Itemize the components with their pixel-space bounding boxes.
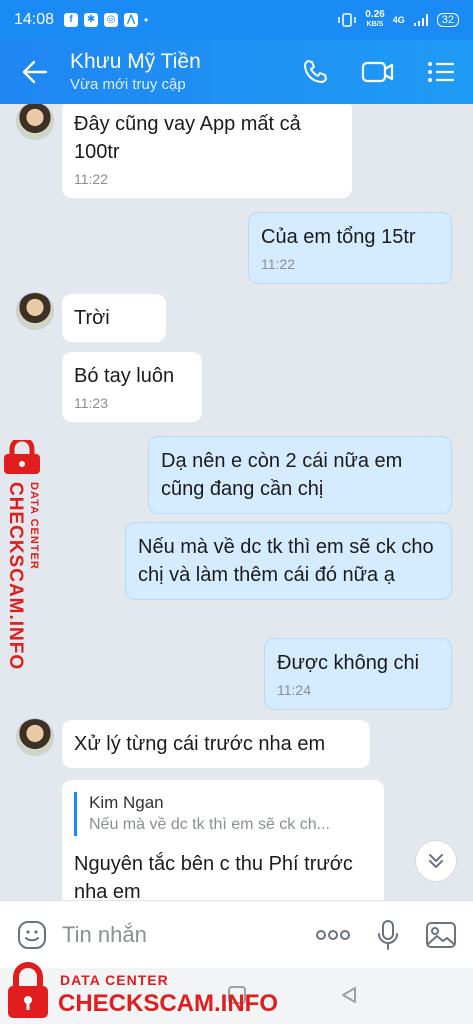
avatar[interactable] — [16, 292, 54, 330]
contact-name: Khưu Mỹ Tiền — [70, 50, 201, 73]
message-time: 11:23 — [74, 395, 108, 411]
message-text: Dạ nên e còn 2 cái nữa em cũng đang cần … — [161, 450, 403, 500]
message-text: Trời — [74, 307, 110, 329]
sticker-icon[interactable] — [16, 919, 48, 951]
message-text: Nguyên tắc bên c thu Phí trước nha em — [74, 853, 353, 900]
message-time: 11:22 — [261, 256, 295, 272]
avatar[interactable] — [16, 718, 54, 756]
facebook-icon: f — [64, 13, 79, 27]
message-time: 11:22 — [74, 171, 108, 187]
message-input[interactable]: Tin nhắn — [62, 922, 315, 948]
header-actions — [301, 58, 473, 86]
status-time: 14:08 — [14, 11, 55, 28]
video-call-icon[interactable] — [361, 58, 395, 86]
double-chevron-down-icon — [429, 854, 443, 868]
message-bubble-outgoing[interactable]: Của em tổng 15tr 11:22 — [248, 212, 452, 284]
input-actions — [315, 919, 457, 951]
app-notification-icon: ✱ — [84, 13, 99, 27]
padlock-icon — [8, 962, 48, 1018]
message-text: Xử lý từng cái trước nha em — [74, 733, 326, 755]
status-indicators: 0.26 KB/S 4G 32 — [337, 10, 459, 30]
message-bubble-incoming[interactable]: Trời — [62, 294, 166, 342]
message-bubble-outgoing[interactable]: Được không chi 11:24 — [264, 638, 452, 710]
avatar[interactable] — [16, 104, 54, 140]
message-text: Bó tay luôn — [74, 365, 175, 387]
watermark-bottom-big: CHECKSCAM.INFO — [58, 990, 278, 1017]
more-dot-icon: • — [144, 13, 149, 27]
message-time: 11:24 — [277, 682, 311, 698]
network-type: 4G — [392, 15, 405, 25]
message-text: Đây cũng vay App mất cả 100tr — [74, 113, 301, 163]
watermark-side-small: DATA CENTER — [28, 482, 40, 570]
status-app-icons: f ✱ ◎ ⋀ • — [64, 13, 148, 27]
message-bubble-outgoing[interactable]: Dạ nên e còn 2 cái nữa em cũng đang cần … — [148, 436, 452, 514]
back-triangle-icon[interactable] — [340, 986, 358, 1004]
back-button[interactable] — [0, 40, 70, 104]
quoted-message[interactable]: Kim Ngan Nếu mà về dc tk thì em sẽ ck ch… — [74, 792, 372, 836]
more-options-icon[interactable] — [315, 929, 351, 941]
watermark-side: CHECKSCAM.INFO DATA CENTER — [0, 440, 56, 670]
contact-status: Vừa mới truy cập — [70, 76, 186, 93]
scroll-to-bottom-button[interactable] — [415, 840, 457, 882]
reply-message-bubble[interactable]: Kim Ngan Nếu mà về dc tk thì em sẽ ck ch… — [62, 780, 384, 900]
padlock-icon — [4, 440, 40, 474]
message-input-bar: Tin nhắn — [0, 900, 473, 968]
message-bubble-incoming[interactable]: Đây cũng vay App mất cả 100tr 11:22 — [62, 104, 352, 198]
watermark-side-big: CHECKSCAM.INFO — [5, 482, 26, 671]
message-text: Của em tổng 15tr — [261, 226, 416, 248]
watermark-bottom-small: DATA CENTER — [60, 972, 169, 988]
image-gallery-icon[interactable] — [425, 920, 457, 950]
menu-list-icon[interactable] — [427, 60, 455, 84]
sail-icon: ⋀ — [124, 13, 139, 27]
quoted-text: Nếu mà về dc tk thì em sẽ ck ch... — [89, 816, 330, 833]
vibrate-icon — [338, 13, 357, 27]
signal-icon — [413, 14, 428, 26]
message-bubble-incoming[interactable]: Bó tay luôn 11:23 — [62, 352, 202, 422]
contact-info[interactable]: Khưu Mỹ Tiền Vừa mới truy cập — [70, 49, 301, 95]
arrow-left-icon — [22, 60, 48, 84]
network-speed: 0.26 KB/S — [365, 9, 385, 29]
chat-header: Khưu Mỹ Tiền Vừa mới truy cập — [0, 40, 473, 104]
chat-messages[interactable]: Đây cũng vay App mất cả 100tr 11:22 Của … — [0, 104, 473, 900]
instagram-icon: ◎ — [104, 13, 119, 27]
phone-icon[interactable] — [301, 58, 329, 86]
message-bubble-incoming[interactable]: Xử lý từng cái trước nha em — [62, 720, 370, 768]
message-text: Nếu mà về dc tk thì em sẽ ck cho chị và … — [138, 536, 434, 586]
message-text: Được không chi — [277, 652, 420, 674]
status-bar: 14:08 f ✱ ◎ ⋀ • 0.26 KB/S 4G 32 — [0, 0, 473, 40]
message-bubble-outgoing[interactable]: Nếu mà về dc tk thì em sẽ ck cho chị và … — [125, 522, 452, 600]
battery-indicator: 32 — [436, 13, 459, 27]
quoted-sender: Kim Ngan — [89, 793, 164, 812]
microphone-icon[interactable] — [377, 919, 399, 951]
